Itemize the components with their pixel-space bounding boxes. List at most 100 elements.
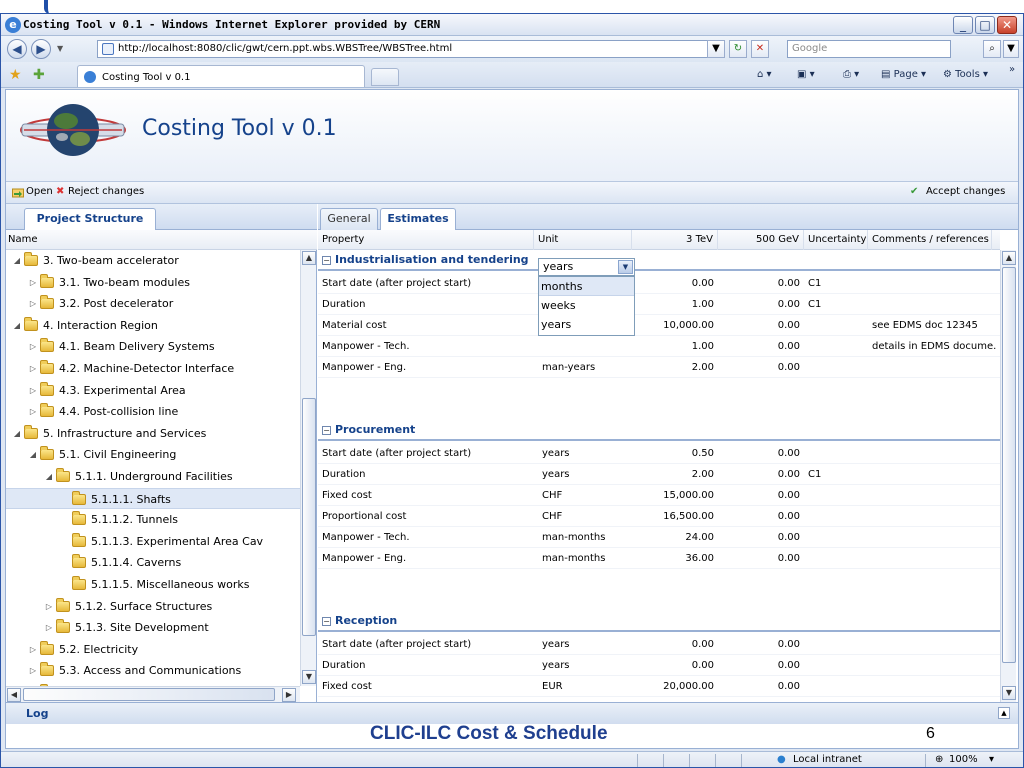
cell-3tev[interactable]: 0.00 bbox=[632, 634, 714, 655]
cell-500gev[interactable]: 0.00 bbox=[718, 676, 800, 697]
collapsed-arrow-icon[interactable]: ▷ bbox=[28, 272, 38, 293]
table-row[interactable]: Proportional cost CHF 16,500.00 0.00 bbox=[318, 506, 1000, 527]
tree-item[interactable]: 5.1.1.5. Miscellaneous works bbox=[6, 574, 300, 595]
collapsed-arrow-icon[interactable]: ▷ bbox=[44, 596, 54, 617]
tree-item[interactable]: ▷ 5.1.2. Surface Structures bbox=[6, 596, 300, 617]
expand-log-icon[interactable]: ▲ bbox=[998, 707, 1010, 719]
search-icon[interactable]: ⌕ bbox=[983, 40, 1001, 58]
dropdown-option[interactable]: years bbox=[539, 315, 634, 334]
cell-unit[interactable]: man-months bbox=[542, 548, 632, 569]
url-field[interactable]: http://localhost:8080/clic/gwt/cern.ppt.… bbox=[97, 40, 725, 58]
cell-property[interactable]: Fixed cost bbox=[322, 676, 532, 697]
table-row[interactable]: Start date (after project start)years0.0… bbox=[318, 273, 1000, 294]
zoom-dropdown-icon[interactable]: ▾ bbox=[989, 754, 994, 765]
cell-500gev[interactable]: 0.00 bbox=[718, 357, 800, 378]
tree-item[interactable]: 5.1.1.1. Shafts bbox=[6, 487, 300, 509]
browser-tab[interactable]: Costing Tool v 0.1 bbox=[77, 65, 365, 87]
back-button[interactable]: ◀ bbox=[7, 39, 27, 59]
table-row[interactable]: Manpower - Tech. 1.00 0.00 details in EDMS … bbox=[318, 336, 1000, 357]
collapsed-arrow-icon[interactable]: ▷ bbox=[28, 293, 38, 314]
search-input[interactable]: Google bbox=[787, 40, 951, 58]
table-row[interactable]: Fixed cost CHF 15,000.00 0.00 bbox=[318, 485, 1000, 506]
cell-unit[interactable]: years bbox=[542, 443, 632, 464]
collapsed-arrow-icon[interactable]: ▷ bbox=[28, 660, 38, 681]
scroll-right-icon[interactable]: ▶ bbox=[282, 688, 296, 702]
tree-item[interactable]: ◢ 5.1. Civil Engineering bbox=[6, 444, 300, 465]
collapsed-arrow-icon[interactable]: ▷ bbox=[28, 380, 38, 401]
cell-unit[interactable]: man-months bbox=[542, 527, 632, 548]
table-row[interactable]: Material cost 10,000.00 0.00 see EDMS doc 1… bbox=[318, 315, 1000, 336]
cell-property[interactable]: Duration bbox=[322, 464, 532, 485]
scroll-up-icon[interactable]: ▲ bbox=[302, 251, 316, 265]
tree-item[interactable]: ◢ 4. Interaction Region bbox=[6, 315, 300, 336]
home-icon[interactable]: ⌂ ▾ bbox=[757, 69, 772, 80]
group-header[interactable]: − Procurement bbox=[318, 420, 1000, 441]
cell-500gev[interactable]: 0.00 bbox=[718, 294, 800, 315]
stop-icon[interactable]: ✕ bbox=[751, 40, 769, 58]
grid-vertical-scrollbar[interactable]: ▲ ▼ bbox=[1000, 250, 1016, 702]
dropdown-option[interactable]: months bbox=[539, 277, 634, 296]
cell-500gev[interactable]: 0.00 bbox=[718, 506, 800, 527]
cell-comments[interactable]: see EDMS doc 12345 bbox=[872, 315, 996, 336]
scroll-thumb[interactable] bbox=[302, 398, 316, 636]
cell-3tev[interactable]: 24.00 bbox=[632, 527, 714, 548]
expanded-arrow-icon[interactable]: ◢ bbox=[12, 423, 22, 444]
table-row[interactable]: Duration 1.00 0.00 C1 bbox=[318, 294, 1000, 315]
expanded-arrow-icon[interactable]: ◢ bbox=[12, 250, 22, 271]
minimize-button[interactable]: _ bbox=[953, 16, 973, 34]
forward-button[interactable]: ▶ bbox=[31, 39, 51, 59]
chevron-down-icon[interactable]: ▼ bbox=[618, 260, 633, 274]
scroll-up-icon[interactable]: ▲ bbox=[1002, 251, 1016, 265]
tree-item[interactable]: ▷ 4.1. Beam Delivery Systems bbox=[6, 336, 300, 357]
cell-property[interactable]: Material cost bbox=[322, 315, 532, 336]
table-row[interactable]: Start date (after project start)years0.0… bbox=[318, 634, 1000, 655]
cell-property[interactable]: Start date (after project start) bbox=[322, 443, 532, 464]
cell-3tev[interactable]: 15,000.00 bbox=[632, 485, 714, 506]
header-property[interactable]: Property bbox=[318, 230, 534, 250]
open-button[interactable]: Open bbox=[26, 186, 53, 197]
table-row[interactable]: Duration years 0.00 0.00 bbox=[318, 655, 1000, 676]
cell-3tev[interactable]: 1.00 bbox=[632, 294, 714, 315]
cell-comments[interactable]: details in EDMS docume... bbox=[872, 336, 996, 357]
cell-3tev[interactable]: 2.00 bbox=[632, 357, 714, 378]
tree-vertical-scrollbar[interactable]: ▲ ▼ bbox=[300, 250, 316, 686]
header-500gev[interactable]: 500 GeV bbox=[718, 230, 804, 250]
expanded-arrow-icon[interactable]: ◢ bbox=[12, 315, 22, 336]
scroll-down-icon[interactable]: ▼ bbox=[1002, 686, 1016, 700]
add-favorites-icon[interactable]: ✚ bbox=[33, 67, 45, 83]
scroll-thumb[interactable] bbox=[1002, 267, 1016, 663]
cell-unit[interactable]: years bbox=[542, 464, 632, 485]
cell-unit[interactable]: CHF bbox=[542, 506, 632, 527]
tree-horizontal-scrollbar[interactable]: ◀ ▶ bbox=[6, 686, 300, 702]
cell-500gev[interactable]: 0.00 bbox=[718, 634, 800, 655]
close-button[interactable]: ✕ bbox=[997, 16, 1017, 34]
cell-500gev[interactable]: 0.00 bbox=[718, 336, 800, 357]
tree-item[interactable]: ▷ 3.1. Two-beam modules bbox=[6, 272, 300, 293]
cell-unit[interactable]: man-years bbox=[542, 357, 632, 378]
cell-property[interactable]: Manpower - Eng. bbox=[322, 357, 532, 378]
tree-item[interactable]: ▷ 4.4. Post-collision line bbox=[6, 401, 300, 422]
table-row[interactable]: Duration years 2.00 0.00 C1 bbox=[318, 464, 1000, 485]
favorites-star-icon[interactable]: ★ bbox=[9, 67, 22, 83]
dropdown-option[interactable]: weeks bbox=[539, 296, 634, 315]
tree-item[interactable]: ▷ 5.1.3. Site Development bbox=[6, 617, 300, 638]
cell-property[interactable]: Start date (after project start) bbox=[322, 273, 532, 294]
cell-unit[interactable]: years bbox=[542, 655, 632, 676]
print-icon[interactable]: ⎙ ▾ bbox=[843, 69, 859, 80]
tab-general[interactable]: General bbox=[320, 208, 378, 230]
cell-500gev[interactable]: 0.00 bbox=[718, 273, 800, 294]
tab-project-structure[interactable]: Project Structure bbox=[24, 208, 156, 230]
collapsed-arrow-icon[interactable]: ▷ bbox=[28, 639, 38, 660]
tree-item[interactable]: ▷ 5.2. Electricity bbox=[6, 639, 300, 660]
scroll-left-icon[interactable]: ◀ bbox=[7, 688, 21, 702]
header-uncertainty[interactable]: Uncertainty bbox=[804, 230, 868, 250]
collapse-group-icon[interactable]: − bbox=[322, 617, 331, 626]
cell-500gev[interactable]: 0.00 bbox=[718, 527, 800, 548]
tree-item[interactable]: 5.1.1.3. Experimental Area Cav bbox=[6, 531, 300, 552]
new-tab-button[interactable] bbox=[371, 68, 399, 86]
cell-property[interactable]: Fixed cost bbox=[322, 485, 532, 506]
chevron-more-icon[interactable]: » bbox=[1009, 64, 1015, 75]
collapse-group-icon[interactable]: − bbox=[322, 426, 331, 435]
cell-uncertainty[interactable]: C1 bbox=[808, 273, 866, 294]
cell-unit[interactable]: CHF bbox=[542, 485, 632, 506]
